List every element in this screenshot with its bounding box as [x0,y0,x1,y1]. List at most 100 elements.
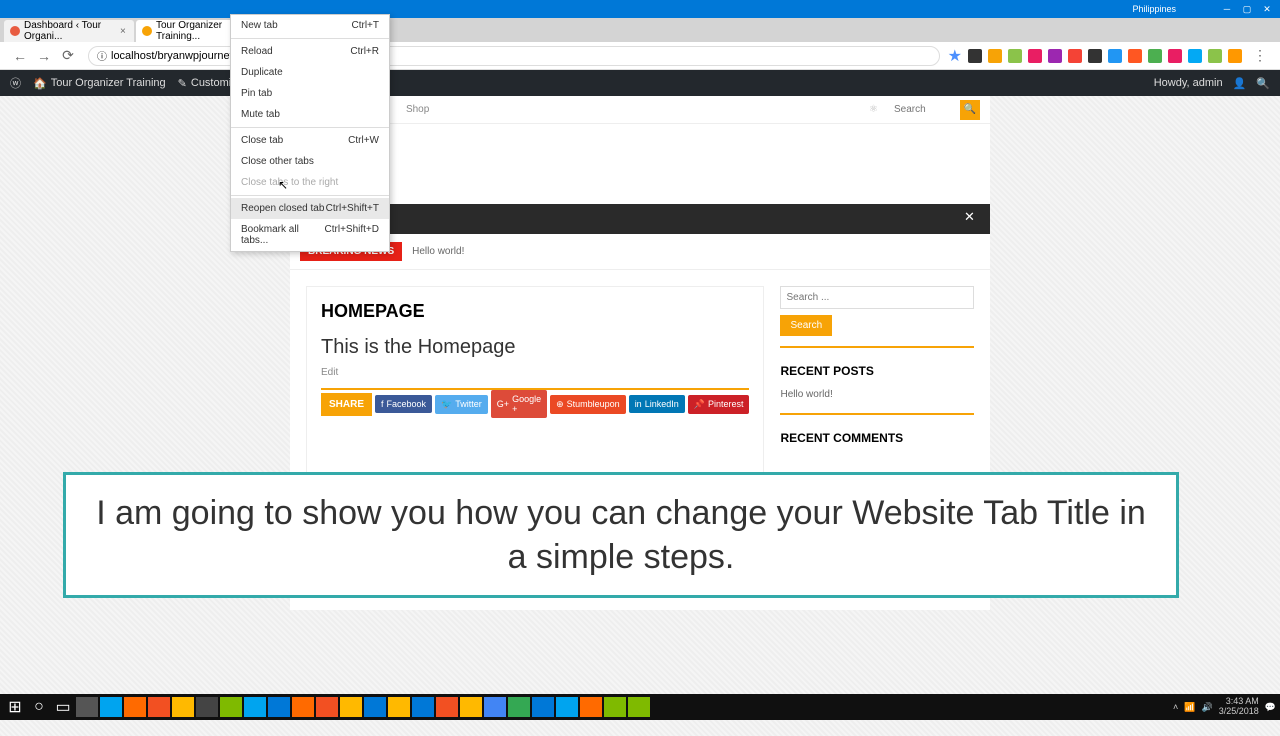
taskbar-app[interactable] [556,697,578,717]
cortana-icon[interactable]: ○ [28,697,50,717]
bookmark-star-icon[interactable]: ★ [948,46,962,66]
tray-network-icon[interactable]: 📶 [1184,702,1195,713]
taskbar-app[interactable] [220,697,242,717]
windows-taskbar: ⊞ ○ ▭ ˄ 📶 🔊 3:43 AM 3/25/2018 💬 [0,694,1280,720]
taskbar-app[interactable] [484,697,506,717]
taskbar-app[interactable] [388,697,410,717]
extension-icon[interactable] [1228,49,1242,63]
taskbar-app[interactable] [364,697,386,717]
share-twitter[interactable]: 🐦 Twitter [435,395,488,414]
extension-icon[interactable] [1088,49,1102,63]
sidebar-search-button[interactable]: Search [780,315,832,336]
extension-icon[interactable] [1028,49,1042,63]
taskbar-app[interactable] [532,697,554,717]
extension-icon[interactable] [1068,49,1082,63]
extension-icon[interactable] [1008,49,1022,63]
taskbar-app[interactable] [316,697,338,717]
extension-icon[interactable] [1168,49,1182,63]
browser-tabstrip: Dashboard ‹ Tour Organi... × Tour Organi… [0,18,1280,42]
ctx-reopen-closed[interactable]: Reopen closed tabCtrl+Shift+T [231,198,389,219]
extension-icon[interactable] [1108,49,1122,63]
ctx-close-right: Close tabs to the right [231,172,389,193]
tray-chevron-icon[interactable]: ˄ [1173,702,1178,712]
ctx-close-other[interactable]: Close other tabs [231,151,389,172]
taskbar-app[interactable] [292,697,314,717]
extension-icon[interactable] [1188,49,1202,63]
breaking-news-bar: BREAKING NEWS Hello world! [290,234,990,270]
post-link[interactable]: Hello world! [780,386,974,403]
clock-date[interactable]: 3/25/2018 [1219,707,1259,717]
widget-title: RECENT POSTS [780,364,974,378]
wp-avatar-icon[interactable]: 👤 [1233,77,1247,90]
ctx-duplicate[interactable]: Duplicate [231,62,389,83]
close-window-button[interactable]: ✕ [1258,2,1276,16]
wordpress-favicon-icon [10,26,20,36]
extension-icon[interactable] [1208,49,1222,63]
taskbar-app[interactable] [460,697,482,717]
address-bar[interactable]: ⓘ localhost/bryanwpjourney/ [88,46,940,66]
share-label: SHARE [321,393,372,416]
sidebar-search-input[interactable] [780,286,974,309]
forward-button[interactable]: → [34,46,54,66]
taskbar-app[interactable] [268,697,290,717]
taskbar-app[interactable] [172,697,194,717]
start-button[interactable]: ⊞ [4,697,26,717]
taskbar-app[interactable] [628,697,650,717]
tray-volume-icon[interactable]: 🔊 [1202,702,1213,713]
notification-icon[interactable]: 💬 [1265,702,1276,713]
extension-icon[interactable] [988,49,1002,63]
taskbar-app[interactable] [580,697,602,717]
system-tray: ˄ 📶 🔊 3:43 AM 3/25/2018 💬 [1173,697,1276,717]
wp-search-icon[interactable]: 🔍 [1256,77,1270,90]
taskbar-app[interactable] [604,697,626,717]
close-tab-icon[interactable]: × [120,26,130,37]
ctx-bookmark-all[interactable]: Bookmark all tabs...Ctrl+Shift+D [231,219,389,251]
share-facebook[interactable]: f Facebook [375,395,432,413]
taskbar-app[interactable] [148,697,170,717]
ctx-mute[interactable]: Mute tab [231,104,389,125]
page-viewport: page My Account Shop ⚛ 🔍 a. ✕ BREAKING N… [0,96,1280,736]
window-titlebar: Philippines ─ ▢ ✕ [0,0,1280,18]
extension-icon[interactable] [968,49,982,63]
ctx-pin[interactable]: Pin tab [231,83,389,104]
extension-icon[interactable] [1048,49,1062,63]
info-icon: ⓘ [97,48,107,63]
taskbar-app[interactable] [436,697,458,717]
ctx-reload[interactable]: ReloadCtrl+R [231,41,389,62]
breaking-text[interactable]: Hello world! [412,246,464,257]
taskbar-app[interactable] [412,697,434,717]
rss-icon[interactable]: ⚛ [869,104,878,115]
ctx-new-tab[interactable]: New tabCtrl+T [231,15,389,36]
taskbar-app[interactable] [196,697,218,717]
main-navigation: ✕ [290,204,990,234]
random-post-icon[interactable]: ✕ [964,209,982,227]
share-stumbleupon[interactable]: ⊕ Stumbleupon [550,395,626,414]
share-linkedin[interactable]: in LinkedIn [629,395,685,413]
back-button[interactable]: ← [10,46,30,66]
share-pinterest[interactable]: 📌 Pinterest [688,395,750,414]
taskbar-app[interactable] [340,697,362,717]
edit-link[interactable]: Edit [321,367,749,378]
menu-button[interactable]: ⋮ [1250,46,1270,66]
menu-item[interactable]: Shop [406,104,429,115]
taskbar-app[interactable] [244,697,266,717]
reload-button[interactable]: ⟳ [58,46,78,66]
search-button[interactable]: 🔍 [960,100,980,120]
share-google[interactable]: G+ Google + [491,390,547,418]
taskview-icon[interactable]: ▭ [52,697,74,717]
taskbar-app[interactable] [508,697,530,717]
search-input[interactable] [894,104,944,115]
wp-howdy[interactable]: Howdy, admin [1154,77,1223,89]
taskbar-app[interactable] [100,697,122,717]
wp-site-link[interactable]: 🏠 Tour Organizer Training [33,77,166,90]
wp-admin-bar: ⓦ 🏠 Tour Organizer Training ✎ Customize … [0,70,1280,96]
extension-icon[interactable] [1128,49,1142,63]
minimize-button[interactable]: ─ [1218,2,1236,16]
maximize-button[interactable]: ▢ [1238,2,1256,16]
taskbar-app[interactable] [124,697,146,717]
wp-logo[interactable]: ⓦ [10,75,21,91]
taskbar-app[interactable] [76,697,98,717]
tab-dashboard[interactable]: Dashboard ‹ Tour Organi... × [4,20,134,42]
ctx-close-tab[interactable]: Close tabCtrl+W [231,130,389,151]
extension-icon[interactable] [1148,49,1162,63]
